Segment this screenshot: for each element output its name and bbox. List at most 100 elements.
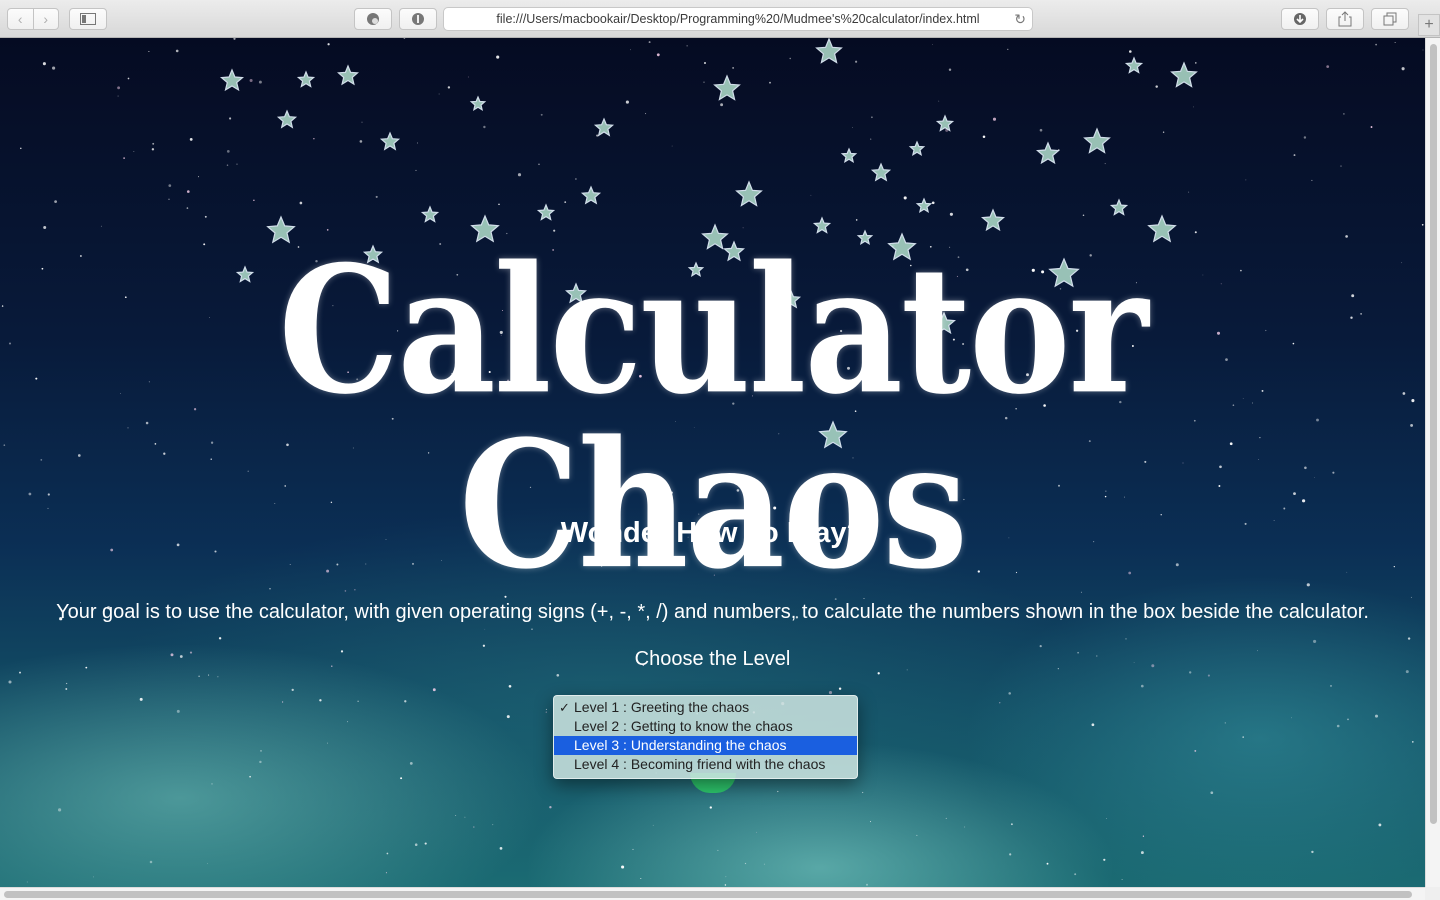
star-dot (538, 163, 540, 166)
star-dot (1311, 179, 1313, 181)
star-dot (931, 201, 935, 205)
star-dot (1422, 49, 1424, 51)
star-dot (1009, 853, 1012, 856)
star-dot (198, 176, 200, 178)
star-dot (866, 883, 868, 886)
star-dot (1140, 684, 1144, 688)
star-icon (420, 205, 440, 223)
star-dot (139, 697, 143, 701)
star-dot (117, 86, 121, 90)
level-option-label: Level 2 : Getting to know the chaos (574, 718, 793, 734)
star-icon (296, 70, 316, 88)
star-dot (375, 195, 378, 198)
star-icon (840, 147, 858, 163)
star-dot (1421, 223, 1424, 226)
extension-button-1[interactable] (354, 8, 392, 30)
star-dot (1008, 692, 1011, 695)
vertical-scrollbar[interactable] (1425, 38, 1440, 887)
star-dot (1245, 179, 1247, 181)
new-tab-button[interactable]: + (1418, 14, 1440, 36)
star-dot (359, 140, 363, 143)
star-dot (506, 715, 510, 719)
star-dot (65, 682, 68, 685)
page-viewport: Calculator Chaos Wonder How To Play? You… (0, 38, 1425, 887)
vertical-scroll-thumb[interactable] (1430, 44, 1437, 824)
star-dot (175, 49, 179, 53)
star-icon (1147, 214, 1177, 243)
star-dot (484, 628, 486, 630)
star-dot (432, 688, 436, 692)
star-dot (43, 226, 47, 229)
star-dot (1411, 741, 1414, 743)
star-dot (19, 671, 21, 674)
extension-button-2[interactable] (399, 8, 437, 30)
star-dot (1347, 718, 1349, 721)
horizontal-scrollbar[interactable] (0, 887, 1425, 900)
star-dot (645, 113, 647, 115)
star-dot (447, 86, 451, 89)
tabs-overview-button[interactable] (1371, 8, 1409, 30)
reload-icon[interactable]: ↻ (1014, 11, 1026, 28)
star-icon (1109, 198, 1129, 216)
star-dot (724, 884, 727, 886)
star-dot (1401, 67, 1405, 71)
star-dot (347, 721, 349, 723)
star-dot (226, 150, 230, 153)
star-dot (186, 207, 189, 209)
level-option[interactable]: ✓ Level 1 : Greeting the chaos (554, 698, 857, 717)
checkmark-icon: ✓ (559, 700, 570, 715)
forward-button[interactable]: › (32, 9, 59, 29)
star-dot (1188, 191, 1190, 193)
horizontal-scroll-thumb[interactable] (4, 891, 1412, 898)
hand-icon (412, 13, 424, 25)
star-dot (361, 121, 363, 123)
url-text: file:///Users/macbookair/Desktop/Program… (496, 12, 980, 26)
star-dot (133, 151, 135, 152)
star-icon (593, 117, 615, 137)
star-dot (58, 808, 62, 812)
star-dot (1374, 714, 1379, 718)
star-dot (1345, 235, 1348, 238)
star-dot (1155, 85, 1158, 88)
downloads-button[interactable] (1281, 8, 1319, 30)
star-dot (1103, 858, 1106, 861)
level-option[interactable]: Level 4 : Becoming friend with the chaos (554, 755, 857, 774)
star-dot (938, 100, 940, 102)
share-button[interactable] (1326, 8, 1364, 30)
star-dot (218, 637, 222, 640)
star-dot (720, 103, 724, 107)
level-option-label: Level 4 : Becoming friend with the chaos (574, 756, 826, 772)
star-dot (531, 628, 533, 631)
star-dot (1194, 231, 1197, 234)
star-dot (1340, 165, 1342, 167)
star-dot (916, 834, 918, 836)
star-dot (313, 138, 315, 140)
star-dot (249, 775, 251, 778)
star-dot (648, 41, 651, 44)
level-dropdown-menu[interactable]: ✓ Level 1 : Greeting the chaos Level 2 : G… (553, 695, 858, 779)
star-dot (291, 688, 294, 692)
star-dot (870, 138, 872, 140)
star-dot (204, 215, 207, 218)
star-dot (249, 78, 253, 83)
back-button[interactable]: ‹ (8, 9, 33, 29)
star-dot (498, 203, 500, 206)
level-option[interactable]: Level 3 : Understanding the chaos (554, 736, 857, 755)
star-icon (1170, 61, 1198, 88)
star-dot (1195, 62, 1197, 64)
level-option[interactable]: Level 2 : Getting to know the chaos (554, 717, 857, 736)
star-dot (1162, 131, 1165, 133)
star-dot (409, 762, 413, 765)
star-dot (226, 164, 229, 166)
star-icon (870, 162, 892, 182)
star-dot (473, 826, 475, 828)
star-dot (828, 691, 833, 695)
nav-buttons: ‹ › (7, 8, 59, 30)
star-dot (1242, 736, 1244, 738)
address-bar[interactable]: file:///Users/macbookair/Desktop/Program… (443, 7, 1033, 31)
star-dot (260, 750, 262, 752)
star-dot (1326, 65, 1330, 68)
star-dot (208, 674, 210, 676)
star-dot (1343, 113, 1345, 115)
sidebar-toggle-button[interactable] (69, 8, 107, 30)
